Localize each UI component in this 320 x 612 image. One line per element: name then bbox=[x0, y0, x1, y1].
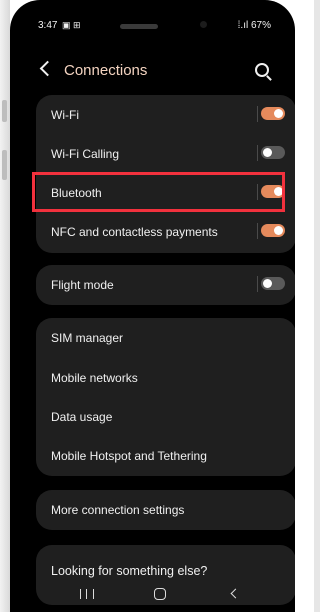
divider bbox=[257, 106, 258, 122]
flight-mode-toggle[interactable] bbox=[261, 277, 285, 290]
status-bar: 3:47 ▣ ⊞ ⁞.ıl 67% bbox=[38, 18, 271, 34]
sim-manager-label: SIM manager bbox=[51, 331, 124, 345]
toggle-knob bbox=[263, 279, 272, 288]
wifi-calling-label: Wi-Fi Calling bbox=[51, 147, 120, 161]
looking-label: Looking for something else? bbox=[51, 564, 208, 578]
battery-percent: 67% bbox=[250, 20, 271, 31]
back-icon[interactable] bbox=[230, 588, 241, 599]
toggle-knob bbox=[274, 226, 283, 235]
notification-icons: ▣ ⊞ bbox=[62, 20, 81, 30]
hotspot-label: Mobile Hotspot and Tethering bbox=[51, 449, 207, 463]
volume-key-down bbox=[2, 150, 7, 180]
earpiece bbox=[120, 24, 158, 29]
signal-icon: ⁞.ıl bbox=[237, 20, 249, 31]
search-icon[interactable] bbox=[255, 63, 269, 77]
flight-mode-card: Flight mode bbox=[36, 265, 295, 305]
wifi-toggle[interactable] bbox=[261, 107, 285, 120]
back-arrow-icon[interactable] bbox=[39, 60, 56, 77]
wifi-calling-row[interactable]: Wi-Fi Calling bbox=[36, 134, 295, 173]
battery-status: ⁞.ıl 67% bbox=[238, 20, 271, 31]
flight-mode-row[interactable]: Flight mode bbox=[36, 265, 295, 304]
more-settings-row[interactable]: More connection settings bbox=[36, 490, 295, 529]
hotspot-row[interactable]: Mobile Hotspot and Tethering bbox=[36, 436, 295, 475]
mobile-networks-row[interactable]: Mobile networks bbox=[36, 358, 295, 397]
home-icon[interactable] bbox=[154, 588, 166, 600]
status-time: 3:47 bbox=[38, 20, 58, 31]
wifi-calling-toggle[interactable] bbox=[261, 146, 285, 159]
divider bbox=[257, 276, 258, 292]
bluetooth-highlight-box bbox=[32, 172, 285, 212]
wifi-label: Wi-Fi bbox=[51, 108, 79, 122]
divider bbox=[257, 145, 258, 161]
toggle-knob bbox=[274, 109, 283, 118]
data-usage-label: Data usage bbox=[51, 410, 113, 424]
navigation-bar bbox=[10, 583, 295, 608]
data-usage-row[interactable]: Data usage bbox=[36, 397, 295, 436]
page-title: Connections bbox=[64, 62, 148, 79]
flight-mode-label: Flight mode bbox=[51, 278, 114, 292]
toggle-knob bbox=[263, 148, 272, 157]
recents-icon[interactable] bbox=[80, 589, 94, 599]
volume-key bbox=[2, 100, 7, 122]
more-settings-card: More connection settings bbox=[36, 490, 295, 530]
front-camera bbox=[200, 21, 207, 28]
device-bezel-right bbox=[314, 0, 320, 612]
nfc-toggle[interactable] bbox=[261, 224, 285, 237]
mobile-networks-label: Mobile networks bbox=[51, 371, 138, 385]
sim-manager-row[interactable]: SIM manager bbox=[36, 318, 295, 357]
page-header: Connections bbox=[38, 60, 271, 84]
wifi-row[interactable]: Wi-Fi bbox=[36, 95, 295, 134]
more-settings-label: More connection settings bbox=[51, 503, 185, 517]
network-card: SIM manager Mobile networks Data usage M… bbox=[36, 318, 295, 476]
divider bbox=[257, 223, 258, 239]
nfc-row[interactable]: NFC and contactless payments bbox=[36, 212, 295, 251]
phone-screen: 3:47 ▣ ⊞ ⁞.ıl 67% Connections Wi-Fi Wi-F… bbox=[10, 0, 295, 612]
device-bezel-left bbox=[0, 0, 10, 612]
nfc-label: NFC and contactless payments bbox=[51, 225, 218, 239]
